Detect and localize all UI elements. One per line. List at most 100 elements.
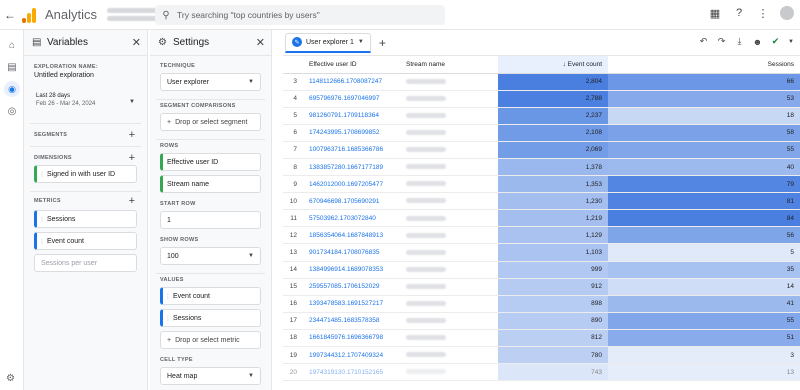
redacted-stream-name — [406, 232, 446, 238]
row-index: 7 — [283, 141, 303, 159]
drag-handle-icon[interactable]: ⋮⋮ — [165, 315, 177, 322]
exploration-name-label: EXPLORATION NAME: — [34, 64, 98, 70]
event-count-cell: 1,353 — [498, 175, 608, 194]
sessions-cell: 40 — [608, 158, 800, 177]
table-row[interactable]: 16 1393478583.1691527217 898 41 — [283, 295, 800, 313]
share-user-icon[interactable]: ☻ — [752, 37, 763, 47]
effective-user-id-cell[interactable]: 1383857280.1667177189 — [303, 158, 400, 177]
explore-icon[interactable]: ◉ — [0, 78, 24, 100]
drag-handle-icon[interactable]: ⋮⋮ — [39, 238, 51, 245]
drop-metric-box[interactable]: + Drop or select metric — [160, 331, 261, 349]
effective-user-id-cell[interactable]: 1462012000.1697205477 — [303, 175, 400, 194]
table-row[interactable]: 6 174243995.1708699852 2,108 58 — [283, 124, 800, 142]
more-vert-icon[interactable]: ⋮ — [756, 6, 770, 20]
effective-user-id-cell[interactable]: 1997344312.1707409324 — [303, 346, 400, 365]
header-event-count[interactable]: ↓ Event count — [498, 56, 608, 74]
effective-user-id-cell[interactable]: 1856354064.1687848913 — [303, 226, 400, 245]
effective-user-id-cell[interactable]: 1384996914.1689078353 — [303, 261, 400, 279]
table-row[interactable]: 7 1007963716.1685366786 2,069 55 — [283, 141, 800, 159]
settings-gear-icon[interactable]: ⚙ — [6, 373, 15, 384]
drag-handle-icon[interactable]: ⋮⋮ — [39, 216, 51, 223]
metric-chip[interactable]: Sessions per user — [34, 254, 137, 272]
apps-grid-icon[interactable]: ▦ — [708, 6, 722, 20]
row-chip[interactable]: Effective user ID — [160, 153, 261, 171]
drop-segment-box[interactable]: + Drop or select segment — [160, 113, 261, 131]
dimension-chip[interactable]: ⋮⋮ Signed in with user ID — [34, 165, 137, 183]
effective-user-id-cell[interactable]: 1393478583.1691527217 — [303, 295, 400, 313]
metric-chip[interactable]: ⋮⋮ Sessions — [34, 210, 137, 228]
advertising-icon[interactable]: ◎ — [0, 100, 24, 122]
exploration-name[interactable]: Untitled exploration — [24, 70, 147, 79]
close-icon[interactable]: ✕ — [256, 36, 265, 49]
stream-name-cell — [400, 346, 498, 365]
start-row-input[interactable]: 1 — [160, 211, 261, 229]
value-chip[interactable]: ⋮⋮ Sessions — [160, 309, 261, 327]
download-icon[interactable]: ⤓ — [734, 36, 745, 47]
effective-user-id-cell[interactable]: 1148112666.1708087247 — [303, 73, 400, 91]
stream-name-cell — [400, 363, 498, 382]
effective-user-id-cell[interactable]: 1974319130.1710152165 — [303, 363, 400, 382]
show-rows-select[interactable]: 100 ▼ — [160, 247, 261, 265]
table-row[interactable]: 3 1148112666.1708087247 2,804 66 — [283, 73, 800, 91]
table-row[interactable]: 9 1462012000.1697205477 1,353 79 — [283, 175, 800, 194]
effective-user-id-cell[interactable]: 1661845976.1696366798 — [303, 329, 400, 348]
insights-caret-icon[interactable]: ▼ — [788, 39, 794, 45]
effective-user-id-cell[interactable]: 259557085.1706152029 — [303, 278, 400, 296]
table-row[interactable]: 20 1974319130.1710152165 743 13 — [283, 363, 800, 382]
drop-metric-text: Drop or select metric — [175, 336, 240, 344]
metric-label: Event count — [47, 237, 84, 245]
reports-icon[interactable]: ▤ — [0, 56, 24, 78]
metric-chip[interactable]: ⋮⋮ Event count — [34, 232, 137, 250]
value-chip[interactable]: ⋮⋮ Event count — [160, 287, 261, 305]
table-row[interactable]: 19 1997344312.1707409324 780 3 — [283, 346, 800, 365]
tab-user-explorer[interactable]: ✎ User explorer 1 ▼ — [285, 32, 371, 53]
sessions-cell: 79 — [608, 175, 800, 194]
avatar[interactable] — [780, 6, 794, 20]
table-row[interactable]: 4 695796976.1697046997 2,788 53 — [283, 90, 800, 108]
header-stream-name[interactable]: Stream name — [400, 56, 498, 74]
table-row[interactable]: 15 259557085.1706152029 912 14 — [283, 278, 800, 296]
table-row[interactable]: 18 1661845976.1696366798 812 51 — [283, 329, 800, 348]
table-row[interactable]: 11 57503962.1703072840 1,219 84 — [283, 209, 800, 228]
table-row[interactable]: 10 670946698.1705690291 1,230 81 — [283, 192, 800, 211]
table-row[interactable]: 17 234471485.1683578358 890 55 — [283, 312, 800, 330]
effective-user-id-cell[interactable]: 234471485.1683578358 — [303, 312, 400, 330]
event-count-cell: 999 — [498, 261, 608, 279]
effective-user-id-cell[interactable]: 901734184.1708076835 — [303, 243, 400, 262]
cell-type-value: Heat map — [167, 372, 198, 380]
add-metric-icon[interactable]: + — [129, 195, 135, 207]
effective-user-id-cell[interactable]: 57503962.1703072840 — [303, 209, 400, 228]
search-bar[interactable]: ⚲ Try searching "top countries by users" — [155, 5, 445, 25]
drag-handle-icon[interactable]: ⋮⋮ — [165, 293, 177, 300]
table-row[interactable]: 8 1383857280.1667177189 1,378 40 — [283, 158, 800, 177]
drag-handle-icon[interactable]: ⋮⋮ — [39, 171, 51, 178]
effective-user-id-cell[interactable]: 670946698.1705690291 — [303, 192, 400, 211]
cell-type-select[interactable]: Heat map ▼ — [160, 367, 261, 385]
tab-menu-caret-icon[interactable]: ▼ — [358, 39, 364, 45]
add-dimension-icon[interactable]: + — [129, 152, 135, 164]
stream-name-cell — [400, 209, 498, 228]
effective-user-id-cell[interactable]: 981260791.1709118364 — [303, 107, 400, 125]
row-index: 6 — [283, 124, 303, 142]
header-sessions[interactable]: Sessions — [608, 56, 800, 74]
row-chip[interactable]: Stream name — [160, 175, 261, 193]
add-tab-icon[interactable]: + — [379, 36, 386, 50]
back-arrow-icon[interactable]: ← — [2, 8, 18, 22]
undo-icon[interactable]: ↶ — [698, 36, 709, 47]
table-row[interactable]: 13 901734184.1708076835 1,103 5 — [283, 243, 800, 262]
effective-user-id-cell[interactable]: 1007963716.1685366786 — [303, 141, 400, 159]
table-row[interactable]: 5 981260791.1709118364 2,237 18 — [283, 107, 800, 125]
date-range-picker[interactable]: Last 28 days Feb 26 - Mar 24, 2024 ▼ — [30, 89, 141, 115]
help-icon[interactable]: ? — [732, 6, 746, 20]
effective-user-id-cell[interactable]: 695796976.1697046997 — [303, 90, 400, 108]
redo-icon[interactable]: ↷ — [716, 36, 727, 47]
insights-check-icon[interactable]: ✔ — [770, 36, 781, 47]
home-icon[interactable]: ⌂ — [0, 34, 24, 56]
effective-user-id-cell[interactable]: 174243995.1708699852 — [303, 124, 400, 142]
table-row[interactable]: 12 1856354064.1687848913 1,129 56 — [283, 226, 800, 245]
close-icon[interactable]: ✕ — [132, 36, 141, 49]
header-effective-user-id[interactable]: Effective user ID — [303, 56, 400, 74]
technique-select[interactable]: User explorer ▼ — [160, 73, 261, 91]
table-row[interactable]: 14 1384996914.1689078353 999 35 — [283, 261, 800, 279]
add-segment-icon[interactable]: + — [129, 129, 135, 141]
